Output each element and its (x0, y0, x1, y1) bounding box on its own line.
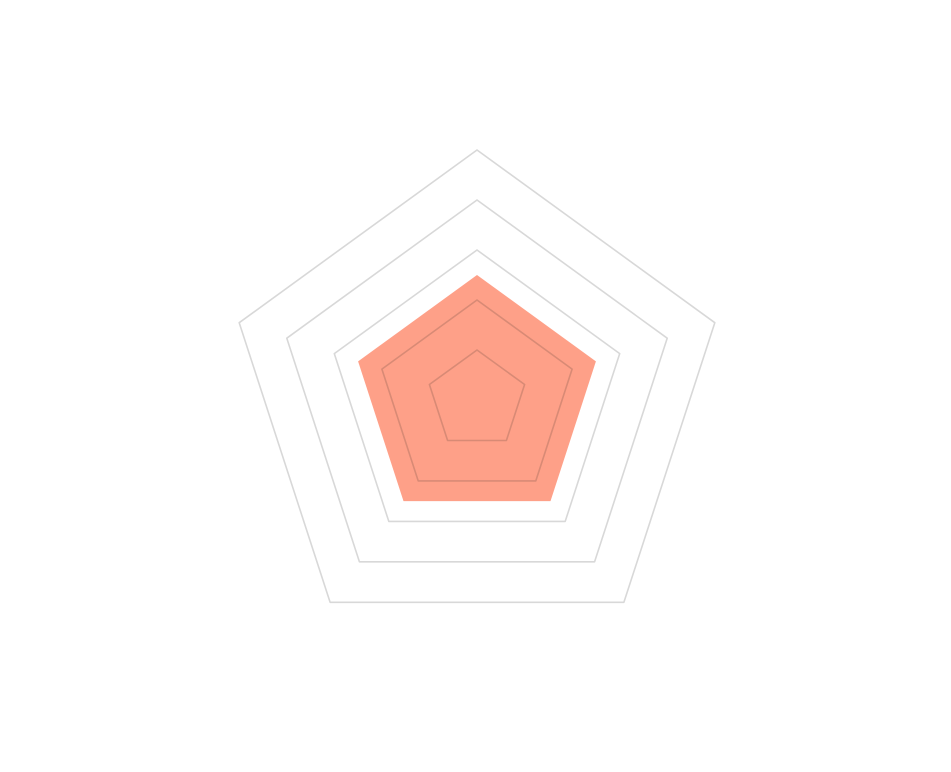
radar-series-layer (358, 275, 596, 502)
radar-chart (0, 0, 951, 772)
radar-chart-svg (238, 149, 716, 604)
radar-series-area-0 (358, 275, 596, 502)
